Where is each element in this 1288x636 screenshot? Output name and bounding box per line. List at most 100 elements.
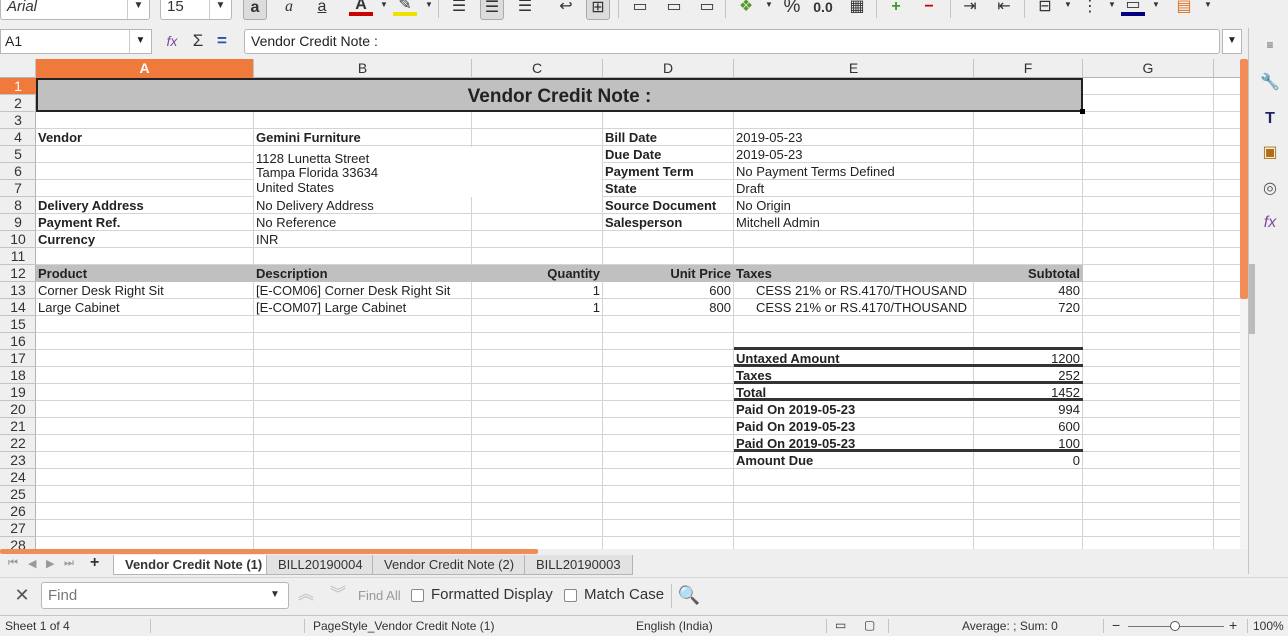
chevron-down-icon[interactable]: ▼ [209,0,231,19]
zoom-in-icon[interactable]: + [1229,617,1237,633]
row-header-5[interactable]: 5 [0,146,36,163]
row-header-18[interactable]: 18 [0,367,36,384]
align-left-icon[interactable]: ☰ [447,0,471,20]
italic-icon[interactable]: a [277,0,301,20]
font-color-icon[interactable]: A [349,0,373,16]
row-header-16[interactable]: 16 [0,333,36,350]
row-header-27[interactable]: 27 [0,520,36,537]
row-header-14[interactable]: 14 [0,299,36,316]
column-header-e[interactable]: E [734,59,974,78]
row-header-6[interactable]: 6 [0,163,36,180]
function-wizard-icon[interactable]: fx [160,30,184,54]
remove-decimal-icon[interactable]: − [917,0,941,20]
row-header-8[interactable]: 8 [0,197,36,214]
first-sheet-icon[interactable]: ⏮ [8,557,18,570]
vertical-scrollbar[interactable] [1240,59,1248,549]
document-modified-icon[interactable]: ▢ [864,618,875,632]
formatted-display-checkbox[interactable] [411,589,424,602]
row-header-26[interactable]: 26 [0,503,36,520]
navigator-icon[interactable]: ◎ [1257,176,1283,202]
percent-icon[interactable]: % [780,0,804,20]
vertical-scroll-thumb[interactable] [1240,59,1248,299]
find-replace-icon[interactable]: 🔍 [677,584,701,608]
row-header-24[interactable]: 24 [0,469,36,486]
row-header-11[interactable]: 11 [0,248,36,265]
match-case-checkbox[interactable] [564,589,577,602]
functions-icon[interactable]: fx [1257,210,1283,236]
align-middle-icon[interactable]: ▭ [662,0,686,20]
find-previous-icon[interactable]: ︽ [294,584,318,608]
tab-vendor-credit-note-1[interactable]: Vendor Credit Note (1) [113,555,275,575]
align-top-icon[interactable]: ▭ [628,0,652,20]
chevron-down-icon[interactable]: ▼ [1108,0,1116,9]
row-header-10[interactable]: 10 [0,231,36,248]
sum-icon[interactable]: Σ [186,30,210,54]
styles-icon[interactable]: T [1257,106,1283,132]
find-next-icon[interactable]: ︾ [326,584,350,608]
column-header-a[interactable]: A [36,59,254,78]
row-header-4[interactable]: 4 [0,129,36,146]
formula-icon[interactable]: = [210,30,234,54]
properties-wrench-icon[interactable]: 🔧 [1257,70,1283,96]
bold-icon[interactable]: a [243,0,267,20]
select-all-corner[interactable] [0,59,36,78]
horizontal-scroll-thumb[interactable] [0,549,538,554]
underline-icon[interactable]: a [310,0,334,20]
expand-formula-icon[interactable]: ▼ [1222,29,1242,54]
row-header-2[interactable]: 2 [0,95,36,112]
spreadsheet-grid[interactable]: A B C D E F G 1 2 3 4 5 6 7 8 9 10 11 12 13 14 15 16 17 1… [0,59,1240,549]
row-header-1[interactable]: 1 [0,78,36,95]
chevron-down-icon[interactable]: ▼ [262,583,288,608]
merge-cells-icon[interactable]: ⊞ [586,0,610,20]
find-input[interactable]: Find ▼ [41,582,289,609]
chevron-down-icon[interactable]: ▼ [1064,0,1072,9]
language[interactable]: English (India) [636,619,713,633]
row-header-20[interactable]: 20 [0,401,36,418]
row-header-19[interactable]: 19 [0,384,36,401]
prev-sheet-icon[interactable]: ◀ [28,557,36,570]
row-header-23[interactable]: 23 [0,452,36,469]
tab-vendor-credit-note-2[interactable]: Vendor Credit Note (2) [372,555,527,575]
column-header-f[interactable]: F [974,59,1083,78]
zoom-level[interactable]: 100% [1253,619,1284,633]
chevron-down-icon[interactable]: ▼ [1152,0,1160,9]
chevron-down-icon[interactable]: ▼ [129,30,151,53]
column-header-g[interactable]: G [1083,59,1214,78]
row-header-7[interactable]: 7 [0,180,36,197]
add-decimal-icon[interactable]: + [884,0,908,20]
column-header-d[interactable]: D [603,59,734,78]
currency-format-icon[interactable]: ❖ [734,0,758,20]
chevron-down-icon[interactable]: ▼ [425,0,433,9]
align-center-icon[interactable]: ☰ [480,0,504,20]
add-sheet-icon[interactable]: + [90,554,99,572]
fill-handle[interactable] [1080,109,1085,114]
number-format-icon[interactable]: 0.0 [811,0,835,20]
sidebar-menu-icon[interactable]: ≡ [1257,32,1283,58]
wrap-text-icon[interactable]: ↩ [554,0,578,20]
column-header-b[interactable]: B [254,59,472,78]
chevron-down-icon[interactable]: ▼ [380,0,388,9]
find-all-button[interactable]: Find All [358,588,401,603]
last-sheet-icon[interactable]: ⏭ [64,557,74,570]
indent-increase-icon[interactable]: ⇥ [958,0,982,20]
row-header-22[interactable]: 22 [0,435,36,452]
chevron-down-icon[interactable]: ▼ [127,0,149,19]
font-name-box[interactable]: Arial ▼ [0,0,150,20]
row-header-28[interactable]: 28 [0,537,36,549]
chevron-down-icon[interactable]: ▼ [765,0,773,9]
indent-decrease-icon[interactable]: ⇤ [992,0,1016,20]
gallery-icon[interactable]: ▣ [1257,140,1283,166]
row-header-15[interactable]: 15 [0,316,36,333]
zoom-out-icon[interactable]: − [1112,617,1120,633]
conditional-format-icon[interactable]: ▤ [1172,0,1196,20]
date-format-icon[interactable]: ▦ [845,0,869,20]
next-sheet-icon[interactable]: ▶ [46,557,54,570]
highlight-icon[interactable]: ✎ [393,0,417,16]
name-box[interactable]: A1 ▼ [0,29,152,54]
column-header-c[interactable]: C [472,59,603,78]
borders-icon[interactable]: ⊟ [1033,0,1057,20]
tab-bill20190004[interactable]: BILL20190004 [266,555,375,575]
page-style[interactable]: PageStyle_Vendor Credit Note (1) [313,619,494,633]
align-right-icon[interactable]: ☰ [513,0,537,20]
border-style-icon[interactable]: ⋮ [1078,0,1102,20]
